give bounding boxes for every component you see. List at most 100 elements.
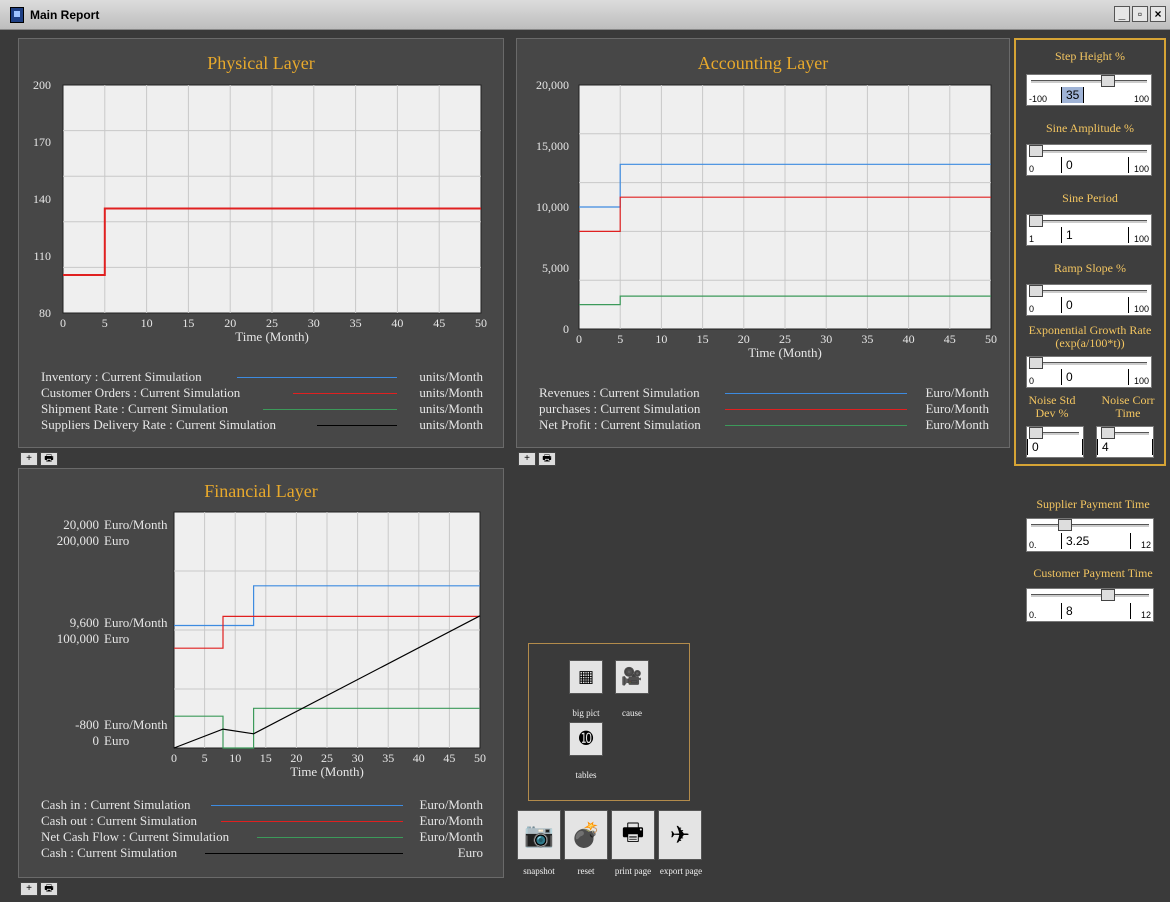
- sine-period-value[interactable]: 1: [1061, 227, 1129, 243]
- slider-thumb[interactable]: [1058, 519, 1073, 531]
- x-tick-label: 0: [171, 751, 177, 765]
- legend-label: purchases : Current Simulation: [539, 401, 701, 416]
- physical-add-button[interactable]: +: [20, 452, 38, 466]
- legend-item: purchases : Current Simulation Euro/Month: [539, 401, 989, 417]
- y-tick-label: 80: [39, 306, 51, 320]
- supplier-payment-value[interactable]: 3.25: [1061, 533, 1131, 549]
- slider-thumb[interactable]: [1100, 75, 1115, 87]
- supplier-payment-slider[interactable]: 0. 3.25 12: [1026, 518, 1154, 552]
- minimize-button[interactable]: _: [1114, 6, 1130, 22]
- x-tick-label: 25: [779, 332, 791, 346]
- window-titlebar: Main Report _ ▫ ×: [0, 0, 1170, 30]
- noise-corr-value[interactable]: 4: [1097, 439, 1153, 455]
- accounting-print-icon[interactable]: 🖶: [538, 452, 556, 466]
- slider-thumb[interactable]: [1101, 589, 1116, 601]
- x-tick-label: 35: [861, 332, 873, 346]
- snapshot-label: snapshot: [523, 866, 555, 876]
- financial-add-button[interactable]: +: [20, 882, 38, 896]
- slider-max: 100: [1133, 376, 1149, 386]
- grid-icon: ▦: [577, 667, 595, 687]
- snapshot-button[interactable]: 📷: [517, 810, 561, 860]
- legend-swatch: [725, 393, 907, 394]
- slider-thumb[interactable]: [1029, 215, 1043, 227]
- step-height-label: Step Height %: [1055, 49, 1125, 63]
- physical-layer-chart: 0 5 10 15 20 25 30 35 40 45 50 Time (Month) 80 110 140…: [33, 78, 487, 344]
- slider-thumb[interactable]: [1029, 145, 1043, 157]
- x-tick-label: 50: [985, 332, 997, 346]
- sine-amplitude-label: Sine Amplitude %: [1046, 121, 1134, 135]
- y-tick-label: 9,600: [70, 615, 99, 630]
- sine-period-slider[interactable]: 1 1 100: [1026, 214, 1152, 246]
- noise-std-slider[interactable]: 0: [1026, 426, 1084, 458]
- x-tick-label: 20: [224, 316, 236, 330]
- slider-thumb[interactable]: [1100, 427, 1115, 439]
- slider-thumb[interactable]: [1029, 285, 1043, 297]
- legend-item: Cash out : Current Simulation Euro/Month: [41, 813, 483, 829]
- legend-swatch: [725, 425, 907, 426]
- legend-swatch: [205, 853, 403, 854]
- legend-label: Net Profit : Current Simulation: [539, 417, 701, 432]
- legend-item: Net Profit : Current Simulation Euro/Mont…: [539, 417, 989, 433]
- tables-button[interactable]: ➓: [569, 722, 603, 756]
- noise-corr-slider[interactable]: 4: [1096, 426, 1154, 458]
- customer-payment-slider[interactable]: 0. 8 12: [1026, 588, 1154, 622]
- step-height-slider[interactable]: -100 35 100: [1026, 74, 1152, 106]
- exponential-growth-slider[interactable]: 0 0 100: [1026, 356, 1152, 388]
- sine-amplitude-value[interactable]: 0: [1061, 157, 1129, 173]
- legend-unit: Euro/Month: [925, 401, 989, 416]
- export-page-button[interactable]: ✈: [658, 810, 702, 860]
- y-tick-label: -800: [75, 717, 99, 732]
- financial-print-icon[interactable]: 🖶: [40, 882, 58, 896]
- slider-thumb[interactable]: [1029, 357, 1043, 369]
- y-tick-label: 5,000: [542, 261, 569, 275]
- noise-std-value[interactable]: 0: [1027, 439, 1083, 455]
- x-tick-label: 30: [820, 332, 832, 346]
- x-tick-label: 10: [229, 751, 241, 765]
- legend-item: Shipment Rate : Current Simulation units/…: [41, 401, 483, 417]
- slider-max: 100: [1133, 234, 1149, 244]
- noise-std-label: Noise Std Dev %: [1028, 393, 1076, 420]
- big-pict-button[interactable]: ▦: [569, 660, 603, 694]
- financial-layer-chart: 0 5 10 15 20 25 30 35 40 45 50 Time (Month) 20,000 Eu…: [57, 511, 486, 779]
- physical-print-icon[interactable]: 🖶: [40, 452, 58, 466]
- step-height-value[interactable]: 35: [1061, 87, 1085, 103]
- customer-payment-value[interactable]: 8: [1061, 603, 1131, 619]
- x-tick-label: 30: [352, 751, 364, 765]
- close-button[interactable]: ×: [1150, 6, 1166, 22]
- legend-item: Customer Orders : Current Simulation unit…: [41, 385, 483, 401]
- financial-layer-panel: Financial Layer 0 5 10 15 20 25 30 35 40 45 50 Time…: [18, 468, 504, 878]
- legend-label: Net Cash Flow : Current Simulation: [41, 829, 230, 844]
- y-tick-label: 100,000: [57, 631, 99, 646]
- cause-button[interactable]: 🎥: [615, 660, 649, 694]
- slider-min: 1: [1029, 234, 1035, 244]
- x-axis-label: Time (Month): [748, 345, 822, 360]
- tables-label: tables: [575, 770, 597, 780]
- y-unit-label: Euro/Month: [104, 517, 168, 532]
- legend-item: Cash in : Current Simulation Euro/Month: [41, 797, 483, 813]
- x-tick-label: 10: [141, 316, 153, 330]
- y-unit-label: Euro/Month: [104, 717, 168, 732]
- ramp-slope-slider[interactable]: 0 0 100: [1026, 284, 1152, 316]
- exponential-growth-value[interactable]: 0: [1061, 369, 1129, 385]
- y-unit-label: Euro: [104, 533, 129, 548]
- legend-label: Revenues : Current Simulation: [539, 385, 700, 400]
- export-page-label: export page: [659, 866, 703, 876]
- ramp-slope-label: Ramp Slope %: [1054, 261, 1126, 275]
- x-tick-label: 5: [102, 316, 108, 330]
- reset-button[interactable]: 💣: [564, 810, 608, 860]
- print-page-label: print page: [614, 866, 652, 876]
- legend-item: Net Cash Flow : Current Simulation Euro/M…: [41, 829, 483, 845]
- print-page-button[interactable]: 🖶: [611, 810, 655, 860]
- y-tick-label: 0: [93, 733, 100, 748]
- slider-max: 100: [1133, 94, 1149, 104]
- legend-swatch: [257, 837, 403, 838]
- physical-layer-legend: Inventory : Current Simulation units/Mont…: [41, 369, 483, 433]
- legend-label: Cash out : Current Simulation: [41, 813, 197, 828]
- accounting-add-button[interactable]: +: [518, 452, 536, 466]
- noise-corr-label: Noise Corr Time: [1101, 393, 1155, 420]
- accounting-layer-chart: 0 5 10 15 20 25 30 35 40 45 50 Time (Month) 0 5,000 10…: [536, 78, 997, 360]
- slider-thumb[interactable]: [1029, 427, 1043, 439]
- sine-amplitude-slider[interactable]: 0 0 100: [1026, 144, 1152, 176]
- restore-button[interactable]: ▫: [1132, 6, 1148, 22]
- ramp-slope-value[interactable]: 0: [1061, 297, 1129, 313]
